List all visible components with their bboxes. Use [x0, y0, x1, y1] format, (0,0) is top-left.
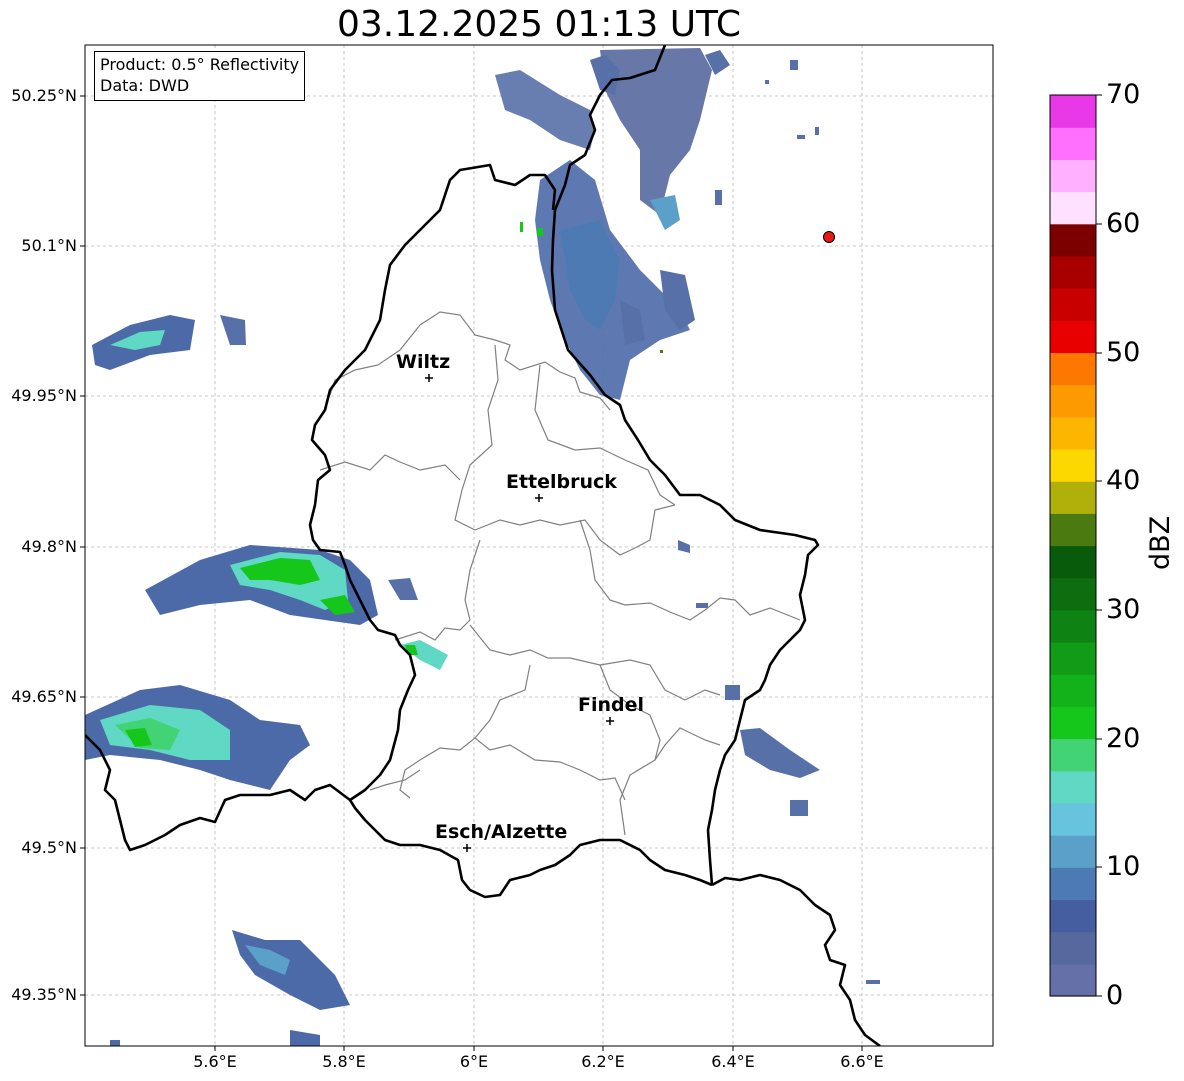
colorbar-tick-label: 60 [1106, 208, 1141, 239]
data-source-label: Data: DWD [100, 76, 190, 95]
y-tick-label: 49.35°N [11, 985, 77, 1004]
info-box: Product: 0.5° Reflectivity Data: DWD [94, 51, 306, 101]
x-tick-label: 6.2°E [581, 1052, 625, 1071]
x-tick-label: 5.8°E [322, 1052, 366, 1071]
x-tick-label: 6.4°E [711, 1052, 755, 1071]
colorbar-segment [1050, 867, 1096, 901]
city-label-ettelbruck: Ettelbruck [506, 471, 617, 493]
colorbar-segment [1050, 320, 1096, 354]
colorbar-tick-marks [1096, 94, 1102, 997]
y-tick-label: 49.5°N [21, 838, 77, 857]
radar-map: Wiltz Ettelbruck Findel Esch/Alzette 5.6… [11, 44, 1102, 1071]
city-label-findel: Findel [578, 694, 644, 716]
colorbar-segment [1050, 288, 1096, 321]
colorbar-segment [1050, 642, 1096, 675]
colorbar-segment [1050, 963, 1096, 997]
colorbar-segment [1050, 706, 1096, 740]
colorbar-segment [1050, 674, 1096, 707]
city-label-wiltz: Wiltz [396, 351, 450, 373]
product-label: Product: 0.5° Reflectivity [100, 55, 300, 74]
colorbar-segment [1050, 899, 1096, 933]
colorbar-segment [1050, 802, 1096, 836]
colorbar-segment [1050, 416, 1096, 450]
colorbar-segment [1050, 931, 1096, 965]
colorbar-segment [1050, 384, 1096, 418]
colorbar-tick-label: 10 [1106, 851, 1141, 882]
colorbar-segment [1050, 513, 1096, 547]
x-tick-label: 6°E [460, 1052, 488, 1071]
colorbar-segment [1050, 577, 1096, 611]
colorbar-segment [1050, 255, 1096, 289]
colorbar-segment [1050, 127, 1096, 160]
colorbar-segment [1050, 545, 1096, 579]
y-tick-label: 50.1°N [21, 236, 77, 255]
colorbar-tick-label: 40 [1106, 465, 1141, 496]
colorbar-tick-label: 0 [1106, 980, 1124, 1011]
colorbar-label: dBZ [1145, 515, 1176, 570]
colorbar-segment [1050, 770, 1096, 804]
colorbar-segment [1050, 159, 1096, 193]
colorbar-segment [1050, 191, 1096, 225]
y-tick-label: 49.65°N [11, 687, 77, 706]
radar-site-marker [823, 231, 835, 243]
y-tick-label: 49.95°N [11, 386, 77, 405]
colorbar-tick-label: 20 [1106, 723, 1141, 754]
colorbar-segment [1050, 738, 1096, 772]
city-label-esch-alzette: Esch/Alzette [435, 821, 567, 843]
colorbar [1050, 95, 1096, 997]
colorbar-segment [1050, 609, 1096, 643]
colorbar-tick-label: 50 [1106, 337, 1141, 368]
y-tick-label: 50.25°N [11, 86, 77, 105]
x-tick-label: 5.6°E [193, 1052, 237, 1071]
colorbar-tick-label: 30 [1106, 594, 1141, 625]
y-tick-label: 49.8°N [21, 537, 77, 556]
colorbar-segment [1050, 95, 1096, 128]
colorbar-segment [1050, 223, 1096, 257]
x-tick-label: 6.6°E [840, 1052, 884, 1071]
colorbar-segment [1050, 448, 1096, 482]
colorbar-segment [1050, 481, 1096, 514]
colorbar-tick-label: 70 [1106, 79, 1141, 110]
colorbar-segment [1050, 835, 1096, 868]
colorbar-segment [1050, 352, 1096, 386]
